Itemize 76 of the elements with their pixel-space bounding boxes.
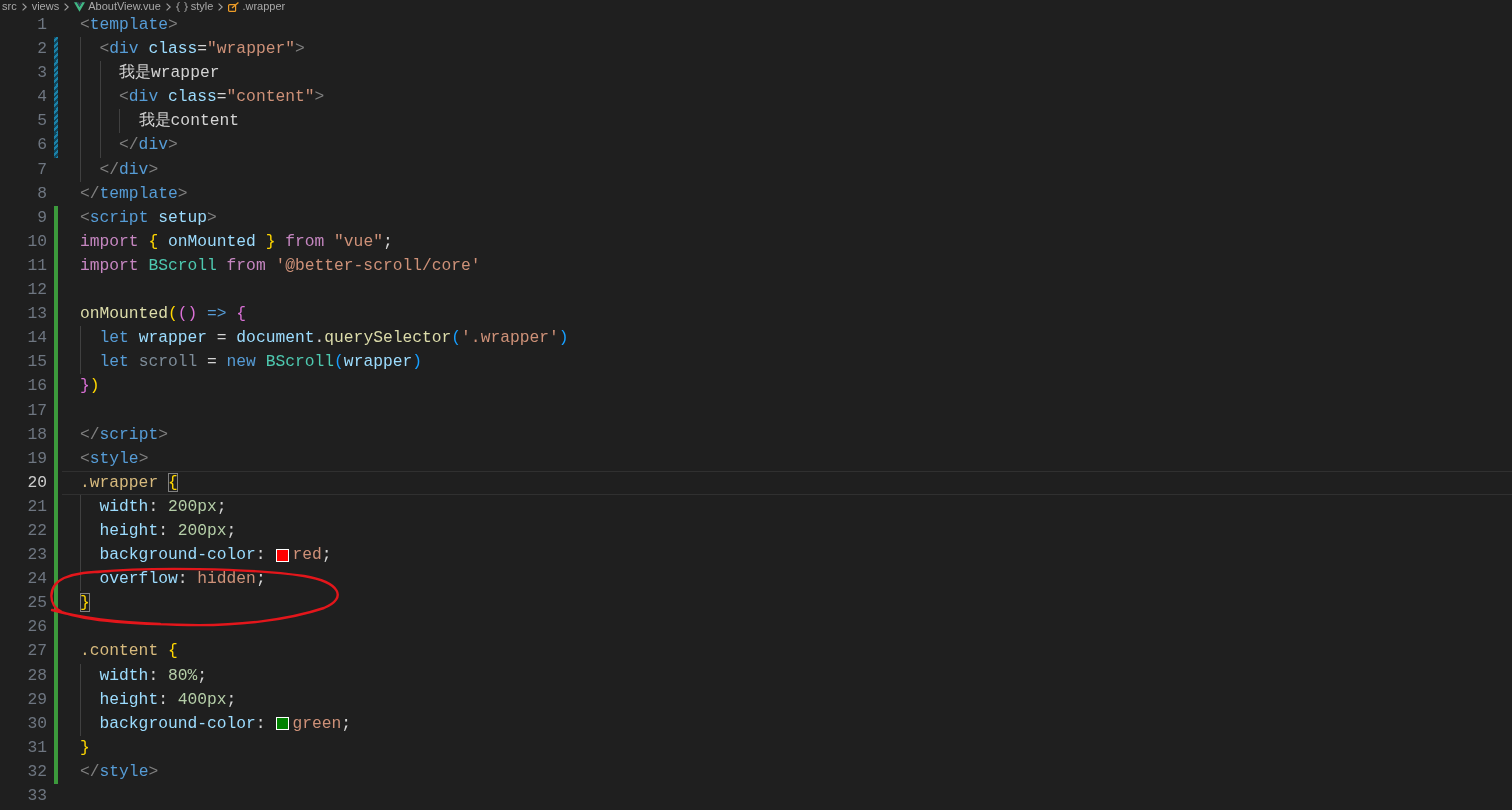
line-number: 11: [26, 254, 47, 277]
chevron-icon: [165, 2, 171, 11]
line-number: 14: [26, 327, 47, 350]
line-number: 18: [26, 423, 47, 446]
line-number: 28: [26, 664, 47, 687]
line-number: 7: [36, 158, 47, 181]
line-number: 24: [26, 568, 47, 591]
code-text: <div class="wrapper">: [99, 38, 305, 61]
line-number: 32: [26, 760, 47, 783]
code-text: 我是content: [138, 110, 239, 133]
line-number: 26: [26, 616, 47, 639]
line-number: 13: [26, 303, 47, 326]
code-text: }): [80, 375, 100, 398]
line-number: 25: [26, 592, 47, 615]
code-text: </div>: [119, 134, 178, 157]
code-text: let wrapper = document.querySelector('.wrapper'): [99, 327, 569, 350]
line-number: 12: [26, 279, 47, 302]
code-text: }: [80, 592, 90, 615]
code-text: <div class="content">: [119, 86, 325, 109]
line-number: 23: [26, 544, 47, 567]
breadcrumb-item[interactable]: src: [2, 0, 17, 13]
code-text: .content {: [80, 640, 178, 663]
line-number: 27: [26, 640, 47, 663]
breadcrumb-item[interactable]: .wrapper: [228, 0, 286, 13]
line-number: 8: [36, 182, 47, 205]
line-number: 30: [26, 712, 47, 735]
line-number: 15: [26, 351, 47, 374]
code-text: width: 200px;: [99, 495, 227, 518]
line-number: 16: [26, 375, 47, 398]
line-number: 5: [36, 110, 47, 133]
line-number: 22: [26, 519, 47, 542]
code-text: overflow: hidden;: [99, 568, 266, 591]
line-number: 10: [26, 230, 47, 253]
line-number: 2: [36, 38, 47, 61]
code-text: onMounted(() => {: [80, 303, 247, 326]
line-number: 17: [26, 399, 47, 422]
chevron-icon: [64, 2, 70, 11]
line-number: 6: [36, 134, 47, 157]
code-text: height: 400px;: [99, 688, 237, 711]
line-number: 1: [36, 14, 47, 36]
code-text: import BScroll from '@better-scroll/core': [80, 254, 481, 277]
line-number: 4: [36, 86, 47, 109]
chevron-icon: [218, 2, 224, 11]
code-text: </template>: [80, 182, 188, 205]
code-text: import { onMounted } from "vue";: [80, 230, 393, 253]
line-number: 31: [26, 736, 47, 759]
breadcrumb-item[interactable]: AboutView.vue: [74, 0, 161, 13]
braces-icon: [175, 1, 188, 12]
line-number: 33: [26, 785, 47, 807]
code-text: <script setup>: [80, 206, 217, 229]
code-text: red;: [292, 544, 332, 567]
breadcrumb-item[interactable]: views: [31, 0, 60, 13]
code-text: </script>: [80, 423, 168, 446]
code-text: </div>: [99, 158, 159, 181]
code-text: height: 200px;: [99, 519, 237, 542]
chevron-icon: [21, 2, 27, 11]
code-text: let scroll = new BScroll(wrapper): [99, 351, 423, 374]
line-number: 19: [26, 447, 47, 470]
code-text: <style>: [80, 447, 149, 470]
square-outline-icon: [228, 1, 240, 12]
code-text: </style>: [80, 760, 159, 783]
code-text: <template>: [80, 14, 178, 36]
line-number: 20: [26, 471, 47, 494]
code-text: 我是wrapper: [119, 62, 220, 85]
line-number: 9: [36, 206, 47, 229]
line-number: 29: [26, 688, 47, 711]
line-number: 21: [26, 495, 47, 518]
breadcrumb-item[interactable]: style: [175, 0, 214, 13]
code-text: background-color:: [99, 544, 267, 567]
code-text: background-color:: [99, 712, 267, 735]
code-text: green;: [292, 712, 352, 735]
code-text: width: 80%;: [99, 664, 208, 687]
code-text: .wrapper {: [80, 471, 178, 494]
v-logo-icon: [74, 1, 86, 12]
code-text: }: [80, 736, 90, 759]
line-number: 3: [36, 62, 47, 85]
